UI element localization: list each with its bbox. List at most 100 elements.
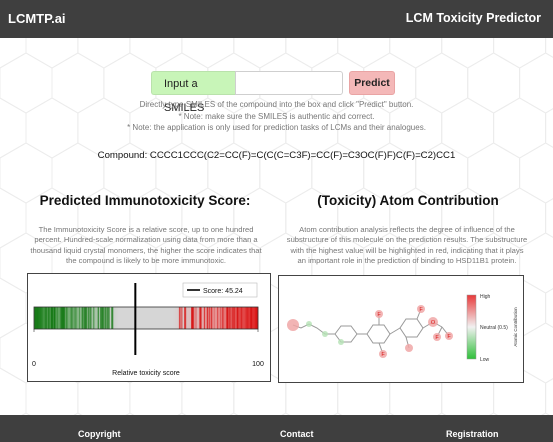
- background-hexagon: [389, 38, 443, 69]
- smiles-input[interactable]: [235, 71, 343, 95]
- colorbar-high-label: High: [480, 294, 491, 300]
- smiles-input-label: Input a SMILES: [151, 71, 235, 114]
- background-hexagon: [77, 38, 131, 69]
- x-tick-label-0: 0: [32, 361, 36, 368]
- distribution-stripe: [48, 307, 50, 329]
- colorbar-neutral-label: Neutral (0.5): [480, 325, 508, 331]
- distribution-stripe: [194, 307, 196, 329]
- distribution-stripe: [61, 307, 64, 329]
- colorbar-low-label: Low: [480, 357, 490, 363]
- colorbar-axis-label: Atomic Contribution: [513, 307, 518, 347]
- distribution-stripe: [111, 307, 112, 329]
- background-hexagon: [545, 198, 553, 238]
- hint-authentic-note: * Note: make sure the SMILES is authenti…: [178, 112, 375, 121]
- distribution-stripe: [54, 307, 56, 329]
- distribution-stripe: [191, 307, 192, 329]
- distribution-stripe: [222, 307, 224, 329]
- immunotoxicity-score-chart: Score: 45.24 0 100 Relative toxicity sco…: [27, 273, 271, 382]
- atom-contribution-figure: F F F F F O High Neutral (0.5) Low Atomi…: [278, 275, 524, 383]
- top-navbar: LCMTP.ai LCM Toxicity Predictor: [0, 0, 553, 38]
- background-hexagon: [233, 38, 287, 69]
- atom-contribution-title: (Toxicity) Atom Contribution: [317, 193, 499, 208]
- footer: Copyright Contact Registration: [0, 415, 553, 442]
- background-hexagon: [337, 38, 391, 69]
- distribution-stripe: [217, 307, 219, 329]
- distribution-stripe: [93, 307, 94, 329]
- distribution-stripe: [206, 307, 209, 329]
- distribution-stripe: [238, 307, 240, 329]
- description-line: with the highest value will be highlight…: [290, 245, 524, 255]
- background-hexagon: [129, 38, 183, 69]
- distribution-stripe: [184, 307, 186, 329]
- distribution-stripe: [45, 307, 47, 329]
- background-hexagon: [25, 38, 79, 69]
- x-axis-label: Relative toxicity score: [112, 370, 180, 377]
- background-hexagon: [0, 277, 27, 339]
- distribution-stripe: [235, 307, 237, 329]
- distribution-stripe: [245, 307, 247, 329]
- distribution-stripe: [211, 307, 213, 329]
- contribution-colorbar: [466, 294, 477, 360]
- distribution-stripe: [50, 307, 53, 329]
- distribution-stripe: [63, 307, 66, 329]
- atom-label-o: O: [431, 320, 436, 326]
- description-line: substructure of this molecule on the pre…: [286, 235, 528, 245]
- toxicity-gradient-bar: [34, 307, 258, 329]
- legend-label: Score: 45.24: [203, 288, 243, 295]
- footer-link-contact[interactable]: Contact: [280, 429, 314, 439]
- distribution-stripe: [191, 307, 194, 329]
- compound-smiles-text: Compound: CCCC1CCC(C2=CC(F)=C(C(C=C3F)=C…: [97, 150, 456, 161]
- background-hexagon: [519, 322, 553, 384]
- distribution-stripe: [38, 307, 41, 329]
- hint-usage-note: * Note: the application is only used for…: [127, 123, 426, 132]
- distribution-stripe: [240, 307, 243, 329]
- distribution-stripe: [71, 307, 73, 329]
- hint-type-smiles: Directly type SMILES of the compound int…: [139, 100, 414, 109]
- distribution-stripe: [37, 307, 39, 329]
- distribution-stripe: [41, 307, 43, 329]
- background-hexagon: [181, 38, 235, 69]
- background-hexagon: [0, 367, 27, 415]
- distribution-stripe: [250, 307, 253, 329]
- distribution-stripe: [213, 307, 215, 329]
- brand-logo-text[interactable]: LCMTP.ai: [8, 11, 66, 26]
- distribution-stripe: [104, 307, 107, 329]
- distribution-stripe: [246, 307, 248, 329]
- description-line: the compound is likely to be more immuno…: [66, 255, 226, 265]
- distribution-stripe: [70, 307, 72, 329]
- distribution-stripe: [233, 307, 235, 329]
- distribution-stripe: [220, 307, 221, 329]
- immunotoxicity-description: The Immunotoxicity Score is a relative s…: [20, 225, 272, 266]
- description-line: thousand liquid crystal monomers, the hi…: [30, 245, 262, 255]
- footer-link-copyright[interactable]: Copyright: [78, 429, 121, 439]
- description-line: The Immunotoxicity Score is a relative s…: [38, 225, 254, 234]
- background-hexagon: [545, 378, 553, 415]
- immunotoxicity-title: Predicted Immunotoxicity Score:: [39, 193, 251, 208]
- background-hexagon: [545, 288, 553, 328]
- molecule-drawing-svg: F F F F F O High Neutral (0.5) Low Atomi…: [287, 294, 518, 363]
- distribution-stripe: [178, 307, 180, 329]
- distribution-stripe: [254, 307, 256, 329]
- distribution-stripe: [82, 307, 84, 329]
- distribution-stripe: [236, 307, 239, 329]
- molecule-bonds: [292, 308, 450, 355]
- predict-button[interactable]: Predict: [349, 71, 395, 95]
- description-line: an important role in the prediction of b…: [297, 255, 517, 265]
- distribution-stripe: [102, 307, 104, 329]
- app-title: LCM Toxicity Predictor: [405, 11, 541, 25]
- distribution-stripe: [108, 307, 110, 329]
- background-hexagon: [493, 38, 547, 69]
- distribution-stripe: [204, 307, 206, 329]
- background-hexagon: [545, 38, 553, 58]
- distribution-stripe: [199, 307, 201, 329]
- distribution-stripe: [209, 307, 211, 329]
- background-hexagon: [285, 38, 339, 69]
- distribution-stripe: [97, 307, 99, 329]
- distribution-stripe: [100, 307, 102, 329]
- distribution-stripe: [200, 307, 202, 329]
- footer-link-registration[interactable]: Registration: [446, 429, 499, 439]
- distribution-stripe: [66, 307, 68, 329]
- distribution-stripe: [74, 307, 77, 329]
- distribution-stripe: [60, 307, 62, 329]
- smiles-input-group: Input a SMILES: [151, 71, 343, 114]
